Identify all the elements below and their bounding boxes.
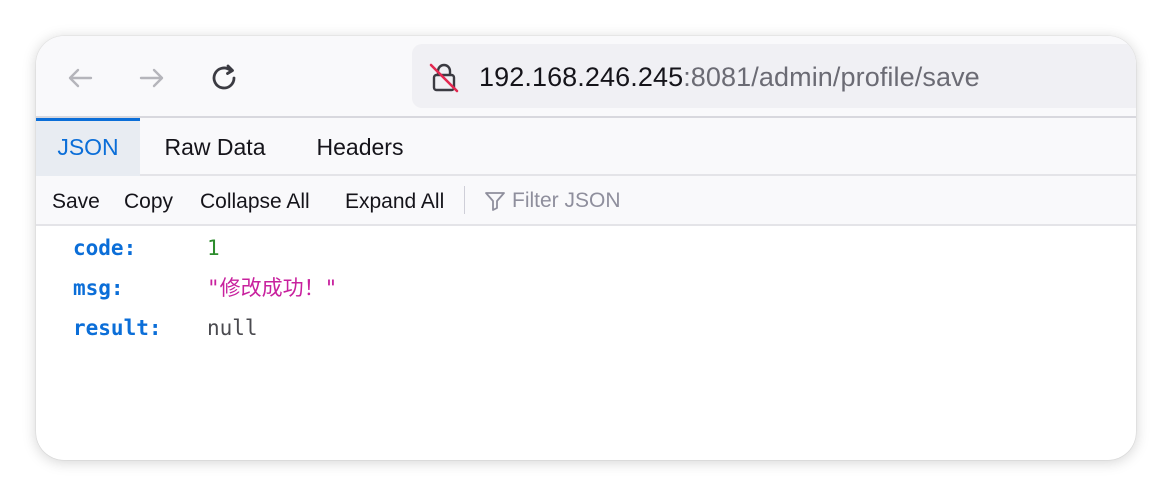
- json-value: 1: [207, 236, 220, 260]
- viewer-tabs: JSON Raw Data Headers: [36, 118, 1136, 177]
- json-key: msg:: [73, 276, 124, 300]
- address-bar[interactable]: 192.168.246.245:8081/admin/profile/save: [412, 44, 1136, 108]
- tab-json[interactable]: JSON: [36, 118, 140, 177]
- back-button[interactable]: [60, 58, 100, 98]
- tab-headers[interactable]: Headers: [300, 118, 420, 174]
- expand-all-button[interactable]: Expand All: [345, 176, 444, 224]
- url-host: 192.168.246.245: [479, 62, 684, 92]
- json-key: code:: [73, 236, 137, 260]
- json-row[interactable]: msg: "修改成功！": [36, 272, 1136, 304]
- browser-window: 192.168.246.245:8081/admin/profile/save …: [36, 36, 1136, 460]
- tab-raw-data[interactable]: Raw Data: [150, 118, 280, 174]
- insecure-lock-icon[interactable]: [428, 61, 460, 93]
- toolbar-divider: [464, 186, 465, 214]
- collapse-all-button[interactable]: Collapse All: [200, 176, 310, 224]
- reload-icon: [212, 64, 236, 90]
- json-actions-bar: Save Copy Collapse All Expand All: [36, 176, 1136, 226]
- json-value: "修改成功！": [207, 276, 338, 300]
- browser-toolbar: 192.168.246.245:8081/admin/profile/save: [36, 36, 1136, 118]
- json-row[interactable]: result: null: [36, 312, 1136, 344]
- json-key: result:: [73, 316, 162, 340]
- filter-icon: [485, 192, 505, 211]
- save-button[interactable]: Save: [52, 176, 100, 224]
- back-arrow-icon: [68, 68, 93, 88]
- filter-json-input[interactable]: [512, 184, 1112, 218]
- json-row[interactable]: code: 1: [36, 232, 1136, 264]
- url-path: :8081/admin/profile/save: [683, 62, 980, 92]
- json-value: null: [207, 316, 258, 340]
- forward-arrow-icon: [139, 68, 164, 88]
- copy-button[interactable]: Copy: [124, 176, 173, 224]
- url-text[interactable]: 192.168.246.245:8081/admin/profile/save: [479, 61, 980, 93]
- reload-button[interactable]: [204, 58, 244, 98]
- forward-button[interactable]: [132, 58, 172, 98]
